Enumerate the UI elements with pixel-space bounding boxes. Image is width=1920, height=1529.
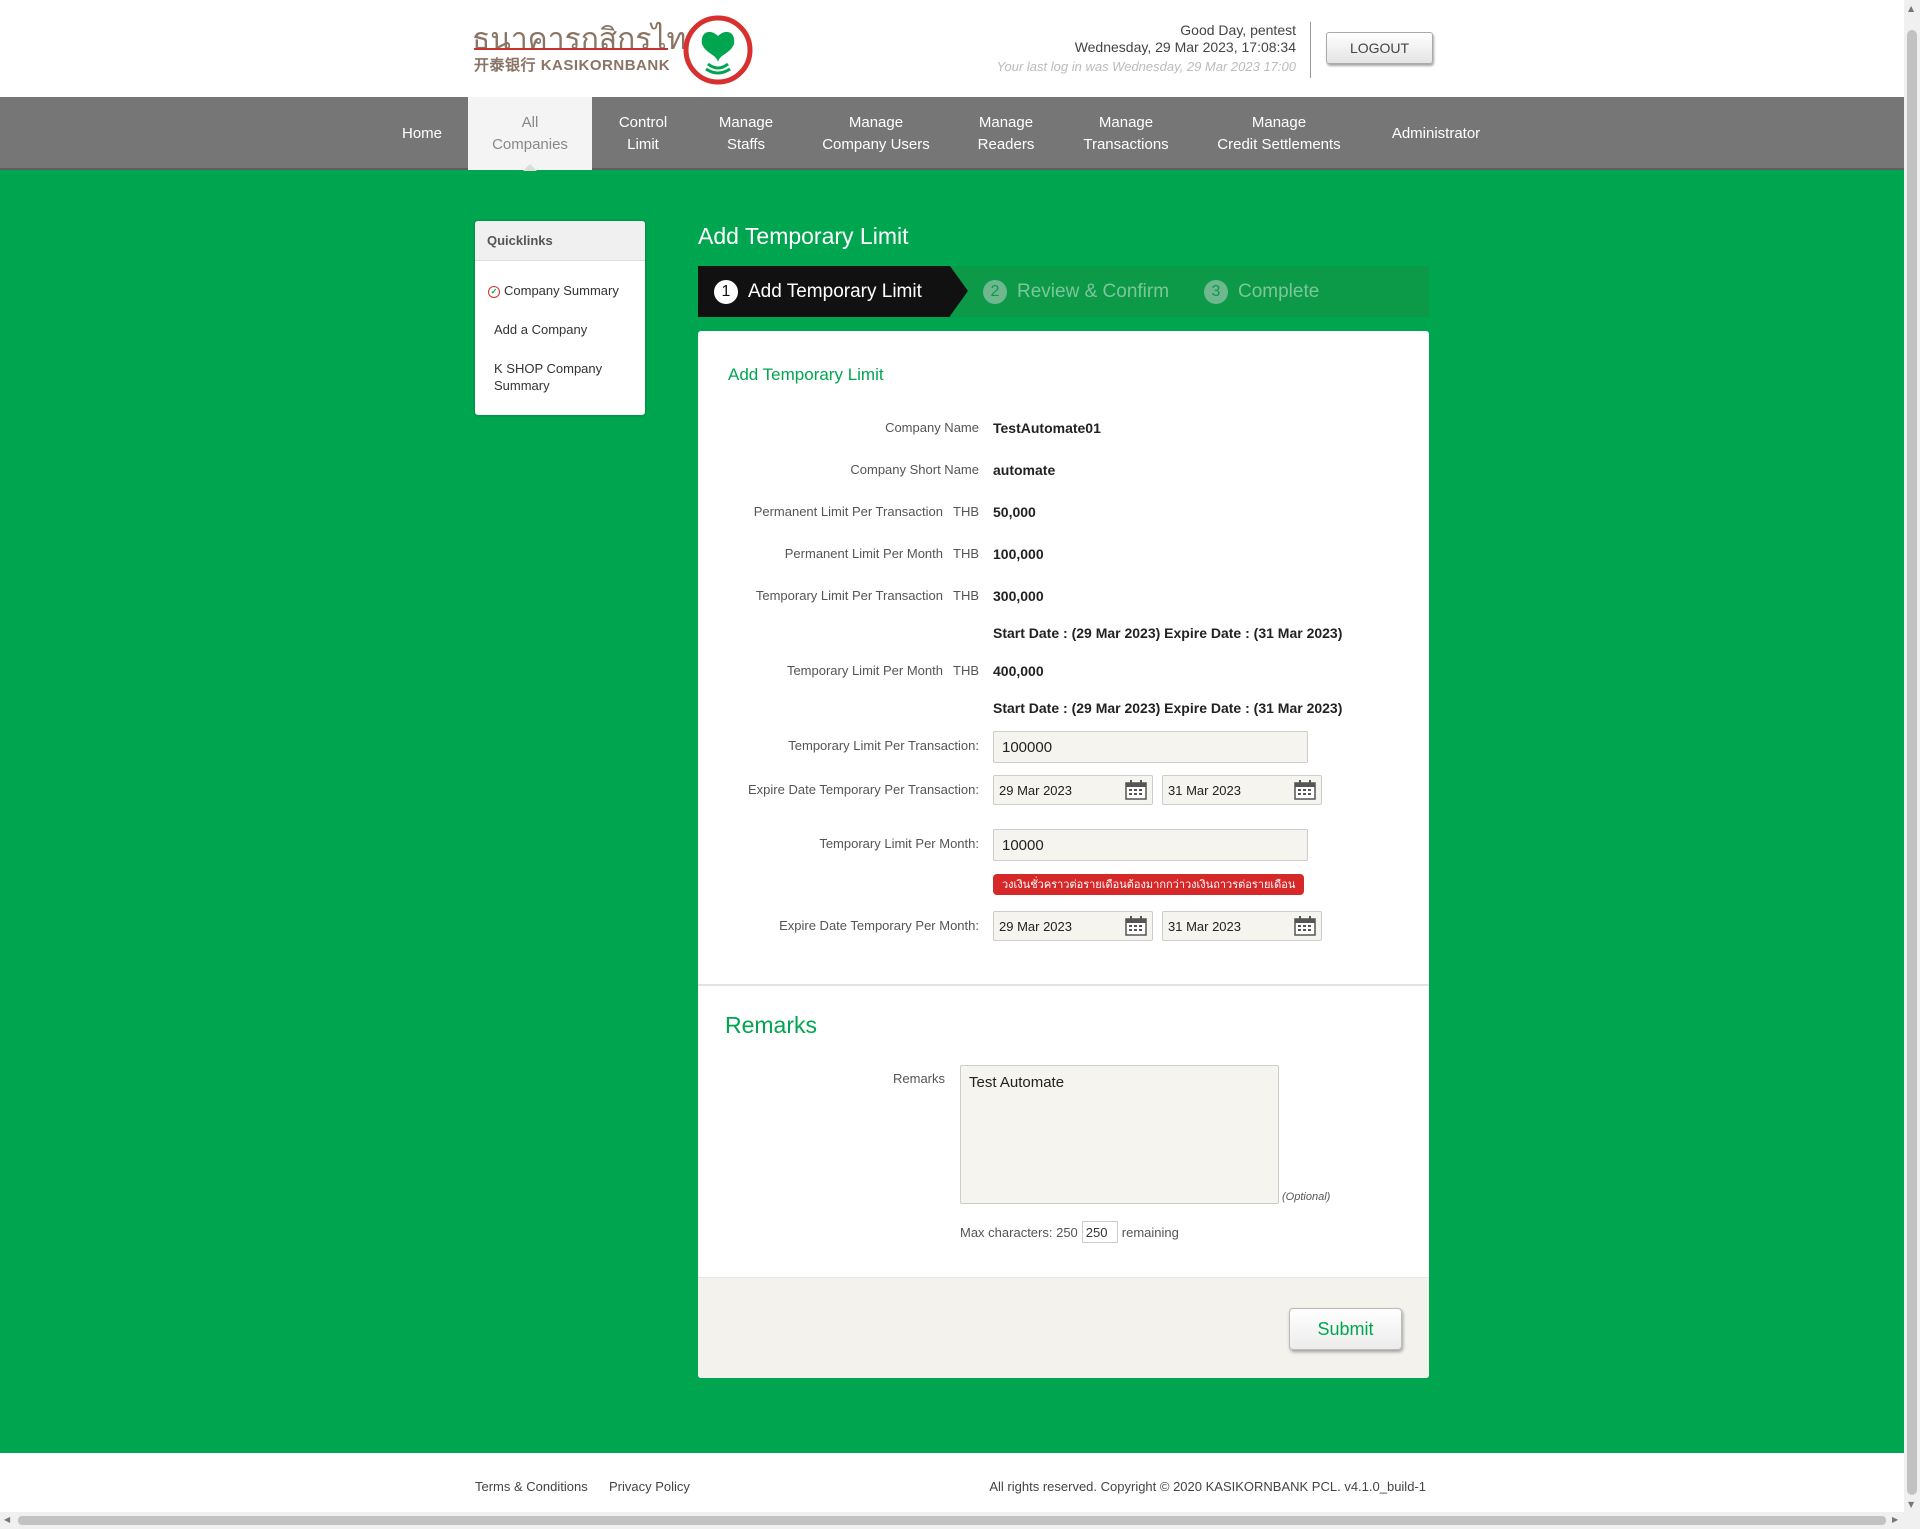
nav-home[interactable]: Home <box>384 97 460 170</box>
nav-all-companies[interactable]: All Companies <box>468 97 592 171</box>
label-perm-limit-per-txn: Permanent Limit Per Transaction THB <box>753 504 979 519</box>
step-review-confirm: 2 Review & Confirm <box>983 266 1169 317</box>
vertical-scrollbar[interactable]: ▲ ▼ <box>1904 0 1920 1512</box>
horizontal-scroll-thumb[interactable] <box>18 1516 1886 1525</box>
calendar-icon[interactable] <box>1294 916 1316 936</box>
quicklink-add-company[interactable]: Add a Company <box>494 321 587 338</box>
privacy-link[interactable]: Privacy Policy <box>609 1479 690 1494</box>
temp-limit-per-month-input[interactable] <box>993 829 1308 861</box>
label-temp-limit-per-month-input: Temporary Limit Per Month: <box>819 836 979 851</box>
txn-end-date[interactable] <box>1162 775 1322 805</box>
value-temp-limit-per-txn: 300,000 <box>993 588 1044 604</box>
terms-link[interactable]: Terms & Conditions <box>475 1479 588 1494</box>
calendar-icon[interactable] <box>1294 780 1316 800</box>
quicklink-kshop-company-summary[interactable]: K SHOP Company Summary <box>494 360 602 394</box>
scroll-down-icon[interactable]: ▼ <box>1908 1500 1914 1509</box>
label-temp-limit-per-month: Temporary Limit Per Month THB <box>786 663 979 678</box>
value-temp-limit-per-month: 400,000 <box>993 663 1044 679</box>
check-icon: ✓ <box>488 285 500 298</box>
copyright-text: All rights reserved. Copyright © 2020 KA… <box>989 1479 1426 1494</box>
txn-start-date[interactable] <box>993 775 1153 805</box>
temp-limit-per-txn-input[interactable] <box>993 731 1308 763</box>
nav-manage-staffs[interactable]: Manage Staffs <box>698 97 794 170</box>
month-start-date-field[interactable] <box>994 912 1109 940</box>
month-end-date[interactable] <box>1162 911 1322 941</box>
error-message: วงเงินชั่วคราวต่อรายเดือนต้องมากกว่าวงเง… <box>993 874 1305 895</box>
section-divider <box>698 984 1429 986</box>
user-greeting: Good Day, pentest Wednesday, 29 Mar 2023… <box>997 22 1296 75</box>
txn-start-date-field[interactable] <box>994 776 1109 804</box>
nav-manage-company-users[interactable]: Manage Company Users <box>810 97 942 170</box>
bank-name-english: 开泰银行 KASIKORNBANK <box>474 57 671 74</box>
scrollbar-corner <box>1904 1512 1920 1529</box>
greeting-text: Good Day, pentest <box>1180 22 1296 38</box>
nav-administrator[interactable]: Administrator <box>1376 97 1496 170</box>
txn-end-date-field[interactable] <box>1163 776 1278 804</box>
label-temp-limit-per-txn-input: Temporary Limit Per Transaction: <box>788 738 979 753</box>
nav-manage-credit-settlements[interactable]: Manage Credit Settlements <box>1200 97 1358 170</box>
kbank-leaf-icon <box>683 15 753 85</box>
scroll-up-icon[interactable]: ▲ <box>1908 4 1914 13</box>
month-end-date-field[interactable] <box>1163 912 1278 940</box>
nav-manage-transactions[interactable]: Manage Transactions <box>1068 97 1184 170</box>
quicklinks-panel: Quicklinks ✓ Company Summary Add a Compan… <box>475 221 645 415</box>
quicklink-company-summary[interactable]: ✓ Company Summary <box>488 282 619 299</box>
max-characters-counter: Max characters: 250 remaining <box>960 1221 1179 1243</box>
value-perm-limit-per-month: 100,000 <box>993 546 1044 562</box>
label-expire-per-txn: Expire Date Temporary Per Transaction: <box>748 782 979 797</box>
header: ธนาคารกสิกรไทย 开泰银行 KASIKORNBANK Good Da… <box>0 0 1904 97</box>
step-number: 3 <box>1204 279 1228 304</box>
label-company-short-name: Company Short Name <box>850 462 979 477</box>
quicklinks-title: Quicklinks <box>475 221 645 261</box>
remarks-textarea[interactable]: Test Automate <box>960 1065 1279 1204</box>
label-company-name: Company Name <box>885 420 979 435</box>
scroll-left-icon[interactable]: ◀ <box>4 1515 10 1524</box>
form-panel: Add Temporary Limit Company Name TestAut… <box>698 331 1429 1378</box>
value-company-name: TestAutomate01 <box>993 420 1101 436</box>
calendar-icon[interactable] <box>1125 780 1147 800</box>
main-nav: Home All Companies Control Limit Manage Sta… <box>0 97 1904 171</box>
submit-button[interactable]: Submit <box>1289 1308 1402 1350</box>
remarks-label: Remarks <box>893 1071 946 1086</box>
nav-manage-readers[interactable]: Manage Readers <box>958 97 1054 170</box>
wizard-steps: 1 Add Temporary Limit 2 Review & Confirm 3… <box>698 266 1429 317</box>
page-title: Add Temporary Limit <box>698 223 909 249</box>
section-title: Add Temporary Limit <box>728 365 884 384</box>
last-login-text: Your last log in was Wednesday, 29 Mar 2… <box>996 59 1296 74</box>
label-perm-limit-per-month: Permanent Limit Per Month THB <box>784 546 979 561</box>
temp-limit-per-month-dates: Start Date : (29 Mar 2023) Expire Date :… <box>993 700 1343 716</box>
value-company-short-name: automate <box>993 462 1056 478</box>
step-number: 2 <box>983 279 1007 304</box>
logo-rule <box>474 48 668 50</box>
temp-limit-per-txn-dates: Start Date : (29 Mar 2023) Expire Date :… <box>993 625 1343 641</box>
label-expire-per-month: Expire Date Temporary Per Month: <box>779 918 979 933</box>
scroll-right-icon[interactable]: ▶ <box>1892 1515 1898 1524</box>
optional-hint: (Optional) <box>1282 1191 1331 1203</box>
nav-control-limit[interactable]: Control Limit <box>598 97 688 170</box>
month-start-date[interactable] <box>993 911 1153 941</box>
logout-button[interactable]: LOGOUT <box>1326 32 1433 64</box>
step-add-temporary-limit: 1 Add Temporary Limit <box>698 266 968 317</box>
current-datetime: Wednesday, 29 Mar 2023, 17:08:34 <box>1074 39 1296 55</box>
remaining-count-field <box>1081 1221 1118 1243</box>
page-footer: Terms & Conditions Privacy Policy All ri… <box>0 1453 1904 1512</box>
remarks-section-title: Remarks <box>725 1012 818 1038</box>
label-temp-limit-per-txn: Temporary Limit Per Transaction THB <box>755 588 979 603</box>
calendar-icon[interactable] <box>1125 916 1147 936</box>
horizontal-scrollbar[interactable]: ◀ ▶ <box>0 1512 1904 1529</box>
header-divider <box>1310 22 1311 78</box>
step-number: 1 <box>714 279 738 304</box>
kasikornbank-logo[interactable]: ธนาคารกสิกรไทย 开泰银行 KASIKORNBANK <box>472 14 756 86</box>
vertical-scroll-thumb[interactable] <box>1907 30 1917 1495</box>
value-perm-limit-per-txn: 50,000 <box>993 504 1036 520</box>
step-complete: 3 Complete <box>1204 266 1319 317</box>
